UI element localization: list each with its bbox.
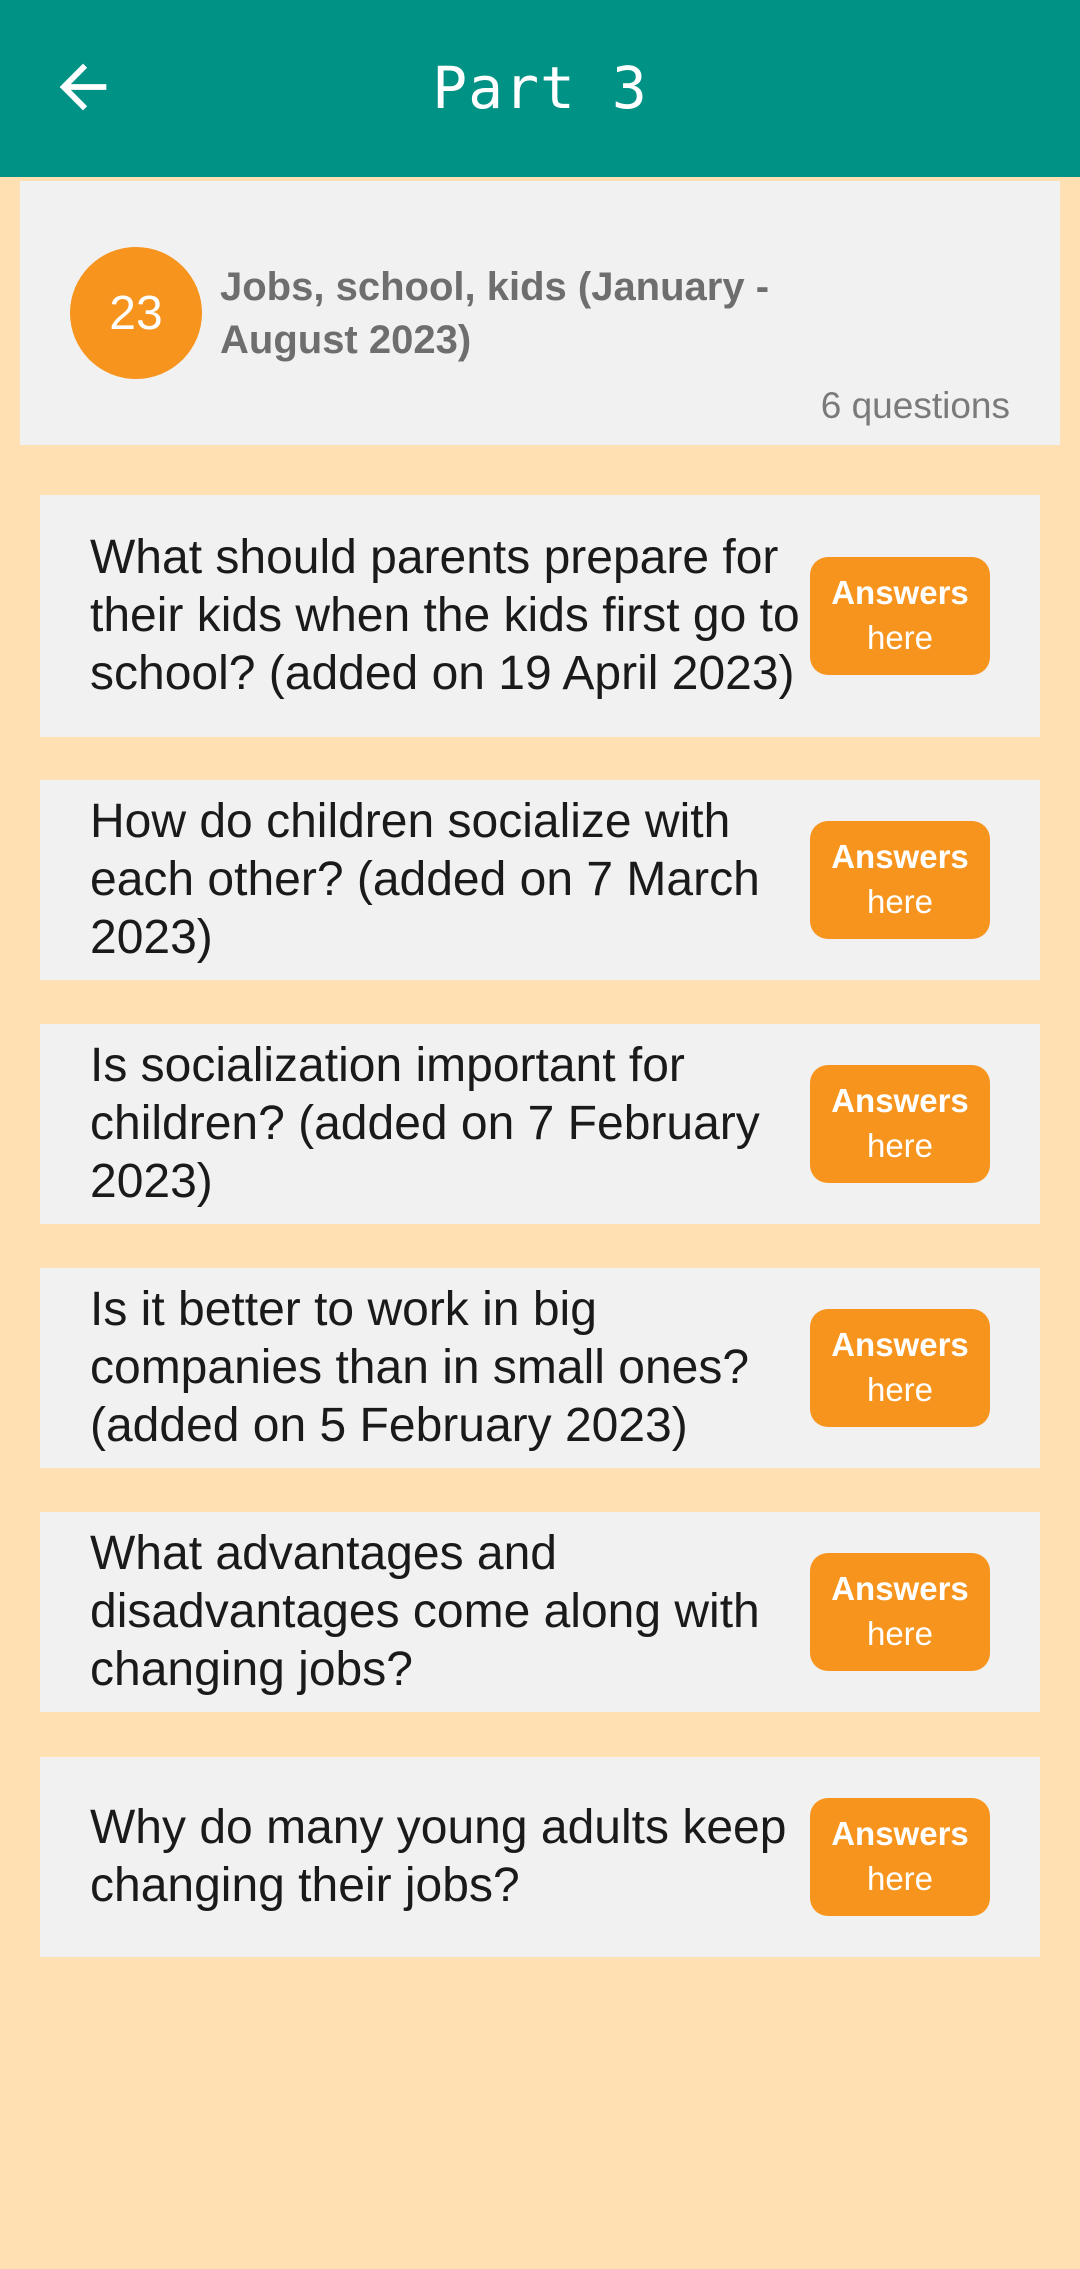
answers-button[interactable]: Answers here xyxy=(810,1798,990,1916)
question-count: 6 questions xyxy=(820,385,1010,426)
answers-button-sublabel: here xyxy=(866,1615,934,1652)
answers-button-label: Answers xyxy=(831,838,969,875)
answers-button-sublabel: here xyxy=(866,1860,934,1897)
topic-number-badge: 23 xyxy=(70,247,202,379)
answers-button-label: Answers xyxy=(831,574,969,611)
question-text: Is it better to work in big companies th… xyxy=(90,1283,750,1452)
question-text: Why do many young adults keep changing t… xyxy=(90,1801,787,1912)
answers-button-sublabel: here xyxy=(866,1371,934,1408)
page-title: Part 3 xyxy=(432,54,648,122)
question-card: How do children socialize with each othe… xyxy=(40,780,1040,980)
question-text: What advantages and disadvantages come a… xyxy=(90,1527,760,1696)
answers-button-label: Answers xyxy=(831,1082,969,1119)
question-card: Is socialization important for children?… xyxy=(40,1024,1040,1224)
answers-button[interactable]: Answers here xyxy=(810,821,990,939)
answers-button[interactable]: Answers here xyxy=(810,1553,990,1671)
question-card: Why do many young adults keep changing t… xyxy=(40,1757,1040,1957)
app-bar: Part 3 xyxy=(0,0,1080,177)
question-text: What should parents prepare for their ki… xyxy=(90,531,800,700)
answers-button-label: Answers xyxy=(831,1326,969,1363)
topic-header-card: 23 Jobs, school, kids (January - August … xyxy=(20,181,1060,445)
question-card: What should parents prepare for their ki… xyxy=(40,495,1040,737)
answers-button-sublabel: here xyxy=(866,619,934,656)
question-text: How do children socialize with each othe… xyxy=(90,795,760,964)
answers-button-label: Answers xyxy=(831,1570,969,1607)
question-text: Is socialization important for children?… xyxy=(90,1039,760,1208)
answers-button-sublabel: here xyxy=(866,883,934,920)
topic-title: Jobs, school, kids (January - August 202… xyxy=(220,265,770,362)
question-card: What advantages and disadvantages come a… xyxy=(40,1512,1040,1712)
answers-button[interactable]: Answers here xyxy=(810,1065,990,1183)
answers-button-sublabel: here xyxy=(866,1127,934,1164)
answers-button-label: Answers xyxy=(831,1815,969,1852)
question-card: Is it better to work in big companies th… xyxy=(40,1268,1040,1468)
answers-button[interactable]: Answers here xyxy=(810,1309,990,1427)
answers-button[interactable]: Answers here xyxy=(810,557,990,675)
